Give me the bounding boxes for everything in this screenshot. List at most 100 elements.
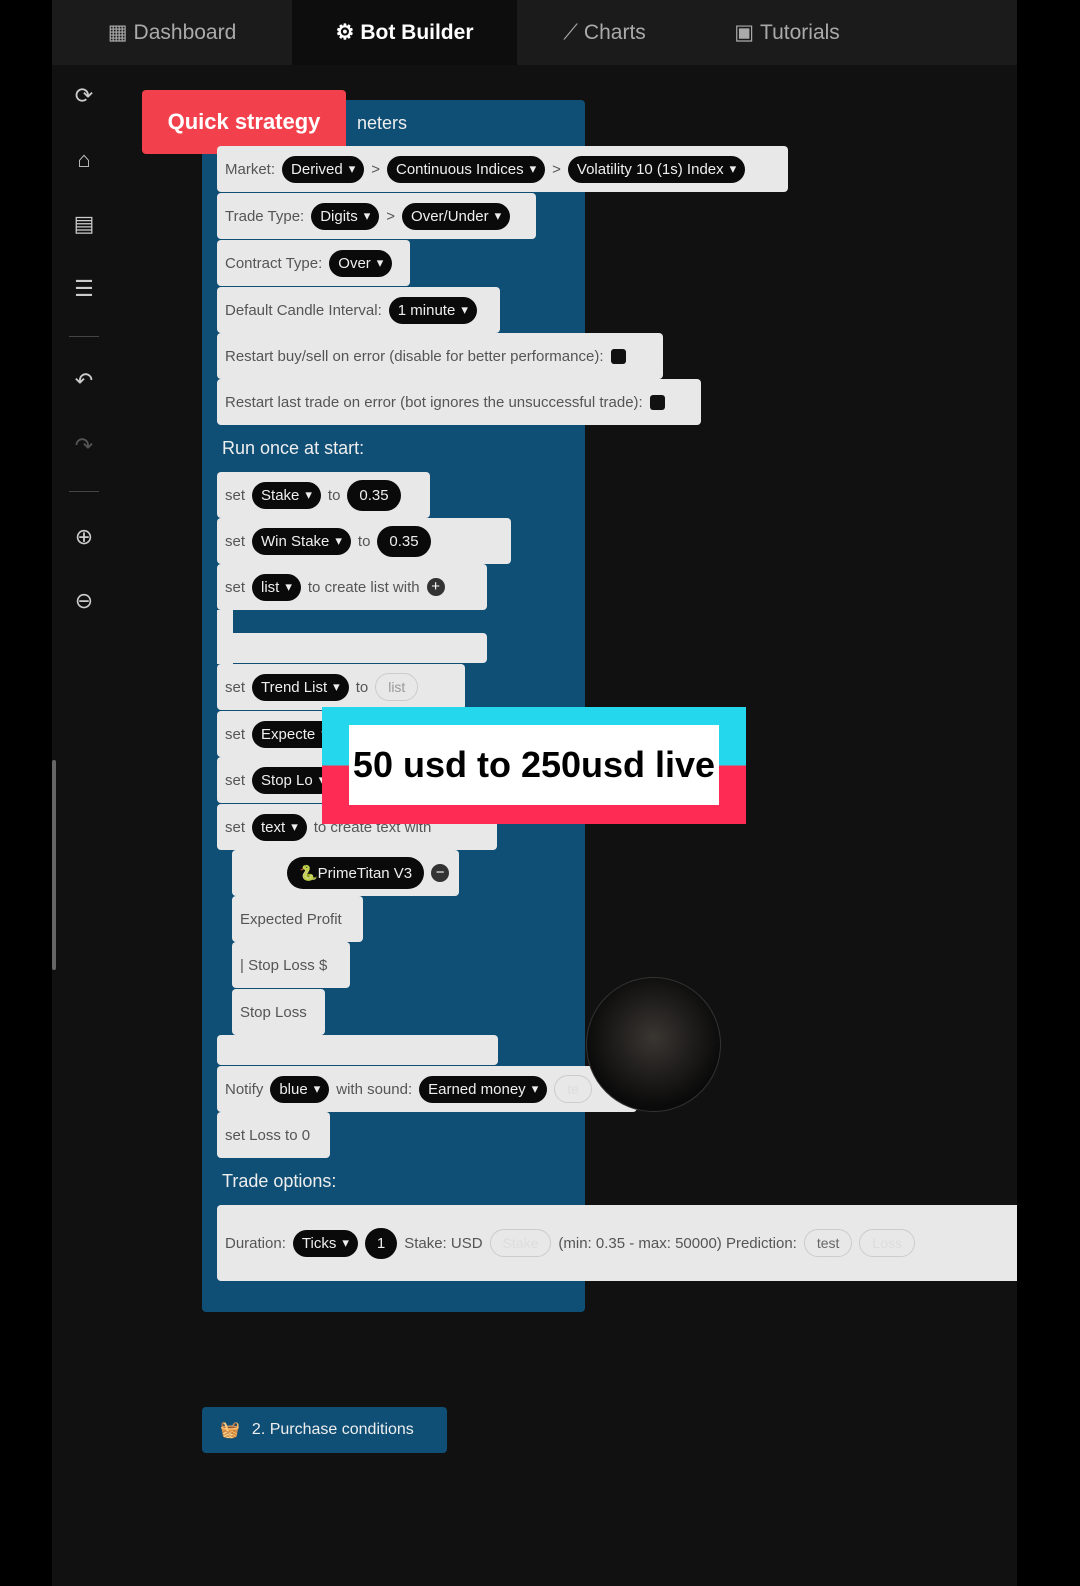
purchase-conditions-block[interactable]: 🧺 2. Purchase conditions (202, 1407, 447, 1453)
set-win-stake-block[interactable]: set Win Stake to 0.35 (217, 518, 511, 564)
reset-icon[interactable]: ⟳ (70, 82, 98, 110)
notify-block[interactable]: Notify blue with sound: Earned moneyte (217, 1066, 637, 1112)
plus-icon[interactable]: + (426, 578, 445, 596)
label: Market: (225, 160, 276, 178)
candle-dropdown[interactable]: 1 minute (388, 296, 477, 324)
tab-tutorials[interactable]: ▣ Tutorials (692, 0, 882, 65)
number-input[interactable]: 0.35 (377, 525, 431, 557)
variable-dropdown[interactable]: Stake (252, 481, 321, 509)
label: to (327, 486, 341, 504)
label: set (225, 818, 246, 836)
label: Duration: (225, 1234, 286, 1252)
undo-icon[interactable]: ↶ (70, 367, 98, 395)
trade-options-title: Trade options: (222, 1171, 337, 1191)
redo-icon[interactable]: ↷ (70, 432, 98, 460)
label: Notify (225, 1080, 264, 1098)
contract-type-block[interactable]: Contract Type: Over (217, 240, 410, 286)
text-value[interactable]: 🐍PrimeTitan V3 (287, 857, 425, 889)
label: Contract Type: (225, 254, 323, 272)
text-value: | Stop Loss $ (240, 956, 328, 974)
label: to (355, 678, 369, 696)
label: to (357, 532, 371, 550)
sort-icon[interactable]: ☰ (70, 275, 98, 303)
prediction-input[interactable]: test (803, 1229, 853, 1257)
bot-icon: ⚙ (335, 21, 355, 44)
trade-options-block[interactable]: Duration: Ticks1 Stake: USD Stake (min: 0.35… (217, 1205, 1017, 1281)
text-input[interactable]: te (554, 1075, 592, 1103)
block-footer (217, 1035, 498, 1065)
divider (69, 336, 99, 337)
duration-unit-dropdown[interactable]: Ticks (292, 1229, 358, 1257)
label: to create list with (307, 578, 420, 596)
label: 2. Purchase conditions (251, 1421, 414, 1438)
sound-dropdown[interactable]: Earned money (419, 1075, 548, 1103)
label: set (225, 678, 246, 696)
save-icon[interactable]: ▤ (70, 210, 98, 238)
loss-input[interactable]: Loss (859, 1229, 915, 1257)
list-value[interactable]: list (375, 673, 419, 701)
market-dropdown[interactable]: Derived (282, 155, 365, 183)
quick-strategy-button[interactable]: Quick strategy (142, 90, 346, 154)
variable-dropdown[interactable]: Trend List (252, 673, 349, 701)
run-once-title: Run once at start: (222, 438, 365, 458)
text-item-block[interactable]: 🐍PrimeTitan V3− (232, 850, 459, 896)
scrollbar[interactable] (52, 760, 56, 970)
zoom-in-icon[interactable]: ⊕ (70, 523, 98, 551)
label: with sound: (336, 1080, 413, 1098)
label: Restart last trade on error (bot ignores… (225, 393, 643, 411)
tab-bot-builder[interactable]: ⚙ Bot Builder (292, 0, 517, 65)
label: Restart buy/sell on error (disable for b… (225, 347, 604, 365)
tab-charts[interactable]: ⟋ Charts (517, 0, 692, 65)
label: Stake: USD (404, 1234, 483, 1252)
set-list-block[interactable]: setlist to create list with + (217, 564, 487, 610)
symbol-dropdown[interactable]: Volatility 10 (1s) Index (567, 155, 746, 183)
restart-buy-block: Restart buy/sell on error (disable for b… (217, 333, 663, 379)
stake-input[interactable]: Stake (489, 1229, 552, 1257)
divider (69, 491, 99, 492)
variable-dropdown[interactable]: text (252, 813, 307, 841)
text-item-block[interactable]: Expected Profit (232, 896, 363, 942)
duration-input[interactable]: 1 (364, 1227, 398, 1259)
number-input[interactable]: 0.35 (347, 479, 401, 511)
caption-text: 50 usd to 250usd live (349, 725, 719, 805)
restart-last-checkbox[interactable] (649, 394, 665, 410)
set-trend-block[interactable]: set Trend List tolist (217, 664, 465, 710)
set-loss-block[interactable]: set Loss to 0 (217, 1112, 330, 1158)
trade-category-dropdown[interactable]: Digits (311, 202, 380, 230)
minus-icon[interactable]: − (431, 864, 450, 882)
trade-type-block[interactable]: Trade Type:Digits>Over/Under (217, 193, 536, 239)
contract-type-dropdown[interactable]: Over (329, 249, 393, 277)
label: set (225, 532, 246, 550)
label: set (225, 771, 246, 789)
top-nav: ▦ Dashboard ⚙ Bot Builder ⟋ Charts ▣ Tutoria… (52, 0, 1017, 65)
variable-dropdown[interactable]: list (252, 573, 301, 601)
restart-buy-checkbox[interactable] (610, 348, 626, 364)
restart-last-block: Restart last trade on error (bot ignores… (217, 379, 701, 425)
text-item-block[interactable]: | Stop Loss $ (232, 942, 350, 988)
set-stake-block[interactable]: set Staketo 0.35 (217, 472, 430, 518)
text-item-block[interactable]: Stop Loss (232, 989, 325, 1035)
webcam-overlay (586, 977, 721, 1112)
color-dropdown[interactable]: blue (270, 1075, 330, 1103)
block-footer (217, 633, 487, 663)
zoom-out-icon[interactable]: ⊖ (70, 587, 98, 615)
caption-overlay: 50 usd to 250usd live (322, 707, 746, 824)
chart-icon: ⟋ (563, 20, 578, 44)
dashboard-icon: ▦ (107, 21, 128, 44)
candle-block[interactable]: Default Candle Interval: 1 minute (217, 287, 500, 333)
trade-type-dropdown[interactable]: Over/Under (402, 202, 511, 230)
text-value: Expected Profit (240, 910, 342, 928)
label: set Loss to 0 (225, 1126, 311, 1144)
label: Trade Type: (225, 207, 305, 225)
submarket-dropdown[interactable]: Continuous Indices (387, 155, 546, 183)
label: set (225, 725, 246, 743)
open-icon[interactable]: ⌂ (70, 146, 98, 174)
label: Default Candle Interval: (225, 301, 382, 319)
market-block[interactable]: Market:Derived>Continuous Indices>Volati… (217, 146, 788, 192)
basket-icon: 🧺 (220, 1422, 240, 1439)
variable-dropdown[interactable]: Win Stake (252, 527, 351, 555)
text-value: Stop Loss (240, 1003, 307, 1021)
block-title: neters (357, 113, 408, 133)
label: set (225, 486, 246, 504)
tab-dashboard[interactable]: ▦ Dashboard (52, 0, 292, 65)
